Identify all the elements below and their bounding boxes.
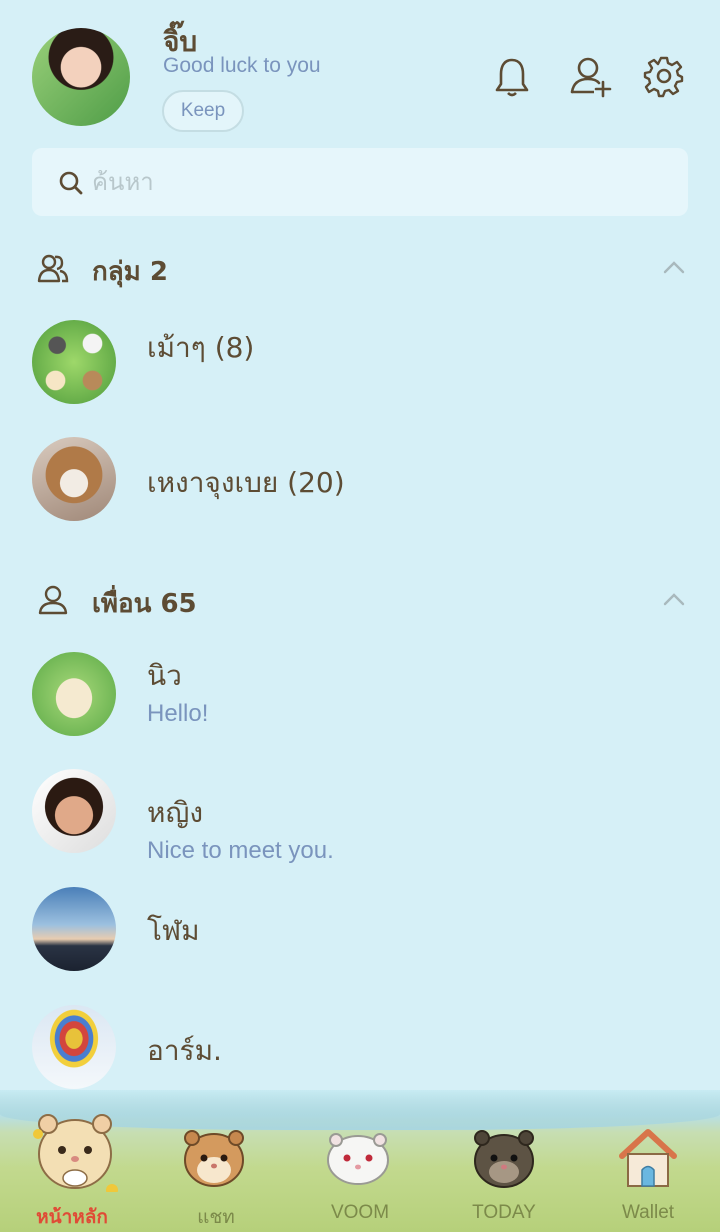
group-icon bbox=[37, 254, 69, 283]
hamster-chat-icon bbox=[184, 1130, 244, 1187]
search-input[interactable] bbox=[92, 162, 652, 202]
search-icon bbox=[59, 171, 83, 195]
nav-home[interactable]: หน้าหลัก bbox=[0, 1090, 144, 1232]
groups-title: กลุ่ม 2 bbox=[92, 257, 168, 287]
person-icon bbox=[38, 585, 68, 615]
house-wallet-icon bbox=[619, 1129, 677, 1187]
friend-name: หญิง bbox=[147, 796, 203, 829]
hamster-today-icon bbox=[474, 1130, 534, 1188]
friend-avatar bbox=[32, 887, 116, 971]
group-name: เหงาจุงเบย (20) bbox=[147, 466, 345, 499]
group-row[interactable]: เหงาจุงเบย (20) bbox=[0, 437, 720, 533]
friends-section-header[interactable]: เพื่อน 65 bbox=[0, 575, 720, 625]
keep-button[interactable]: Keep bbox=[162, 90, 244, 132]
nav-label: VOOM bbox=[330, 1202, 390, 1223]
nav-label: Wallet bbox=[621, 1202, 675, 1223]
search-bar[interactable] bbox=[32, 148, 688, 216]
nav-today[interactable]: TODAY bbox=[432, 1090, 576, 1232]
gear-icon[interactable] bbox=[642, 54, 686, 98]
friend-name: นิว bbox=[147, 659, 182, 692]
nav-voom[interactable]: VOOM bbox=[288, 1090, 432, 1232]
friends-title: เพื่อน 65 bbox=[92, 589, 197, 619]
chevron-up-icon[interactable] bbox=[662, 257, 686, 277]
friend-row[interactable]: นิว Hello! bbox=[0, 652, 720, 748]
bottom-navigation: หน้าหลัก แชท VOOM TODAY Wallet bbox=[0, 1090, 720, 1232]
bell-icon[interactable] bbox=[490, 54, 534, 98]
hamster-home-icon bbox=[33, 1114, 118, 1192]
nav-wallet[interactable]: Wallet bbox=[576, 1090, 720, 1232]
friend-name: โฬม bbox=[147, 914, 200, 947]
friend-avatar bbox=[32, 769, 116, 853]
friend-avatar bbox=[32, 1005, 116, 1089]
profile-avatar[interactable] bbox=[32, 28, 130, 126]
friend-status: Hello! bbox=[147, 700, 209, 727]
group-row[interactable]: เม้าๆ (8) bbox=[0, 320, 720, 416]
groups-section-header[interactable]: กลุ่ม 2 bbox=[0, 243, 720, 293]
nav-label: หน้าหลัก bbox=[36, 1207, 108, 1228]
group-avatar bbox=[32, 320, 116, 404]
chevron-up-icon[interactable] bbox=[662, 589, 686, 609]
group-name: เม้าๆ (8) bbox=[147, 331, 255, 364]
nav-label: แชท bbox=[197, 1207, 235, 1228]
profile-header: จิ๊บ Good luck to you Keep bbox=[0, 0, 720, 140]
friend-name: อาร์ม. bbox=[147, 1034, 222, 1067]
friend-row[interactable]: อาร์ม. bbox=[0, 1005, 720, 1101]
hamster-voom-icon bbox=[327, 1133, 389, 1185]
friend-status: Nice to meet you. bbox=[147, 837, 334, 864]
group-avatar bbox=[32, 437, 116, 521]
add-friend-icon[interactable] bbox=[568, 54, 612, 98]
friend-row[interactable]: หญิง Nice to meet you. bbox=[0, 769, 720, 865]
nav-label: TODAY bbox=[472, 1202, 536, 1223]
friend-avatar bbox=[32, 652, 116, 736]
friend-row[interactable]: โฬม bbox=[0, 887, 720, 983]
nav-chat[interactable]: แชท bbox=[144, 1090, 288, 1232]
profile-status[interactable]: Good luck to you bbox=[163, 54, 321, 78]
